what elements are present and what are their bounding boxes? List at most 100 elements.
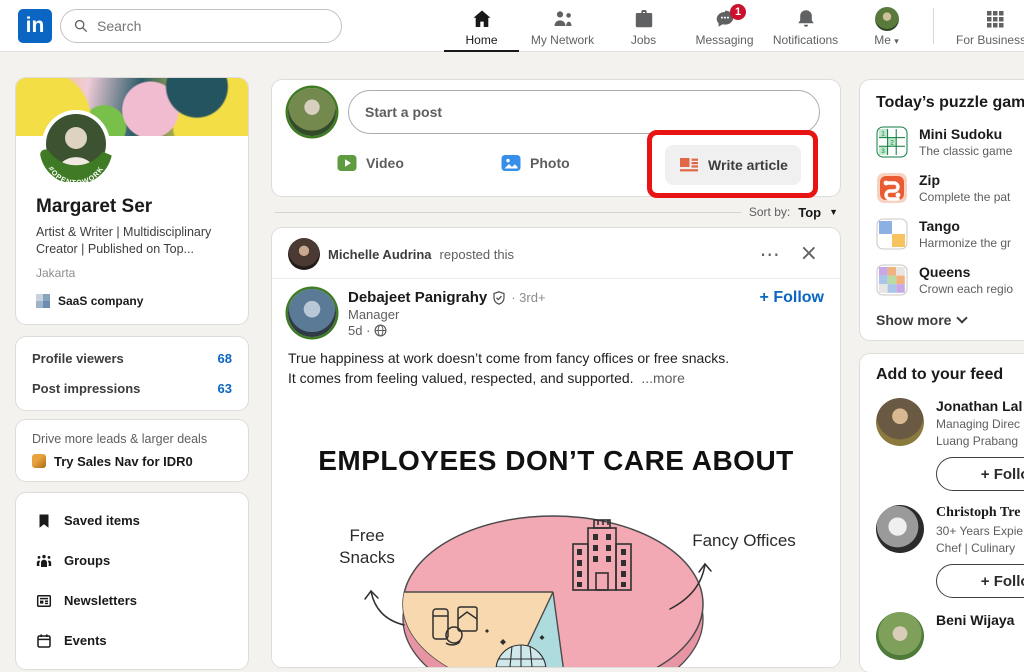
- profile-name[interactable]: Margaret Ser: [36, 196, 228, 218]
- notifications-icon: [794, 7, 818, 31]
- nav-divider: [933, 8, 934, 44]
- sales-nav-icon: [32, 454, 46, 468]
- person-avatar[interactable]: [876, 505, 924, 553]
- see-more-link[interactable]: ...more: [641, 370, 685, 386]
- promo-link[interactable]: Try Sales Nav for IDR0: [32, 454, 232, 469]
- stat-label: Profile viewers: [32, 351, 124, 366]
- globe-icon: [374, 324, 387, 337]
- promo-tagline: Drive more leads & larger deals: [32, 432, 232, 446]
- nav-tab-me[interactable]: Me ▾: [846, 0, 927, 52]
- follow-button[interactable]: + Follow: [936, 457, 1024, 491]
- puzzle-item-tango[interactable]: Tango Harmonize the gr: [876, 218, 1024, 250]
- repost-header: Michelle Audrina reposted this ⋯ ×: [272, 228, 840, 279]
- person-headline: Managing Direc: [936, 417, 1024, 431]
- linkedin-logo[interactable]: in: [18, 9, 52, 43]
- connection-degree: · 3rd+: [511, 290, 545, 305]
- sidebar-item-saved-items[interactable]: Saved items: [16, 501, 248, 541]
- nav-tab-jobs[interactable]: Jobs: [603, 0, 684, 52]
- composer-avatar[interactable]: [288, 88, 336, 136]
- puzzle-desc: Harmonize the gr: [919, 236, 1011, 250]
- post-menu-button[interactable]: ⋯: [754, 242, 786, 266]
- follow-button[interactable]: + Follow: [936, 564, 1024, 598]
- search-icon: [73, 18, 89, 34]
- sidebar-item-groups[interactable]: Groups: [16, 541, 248, 581]
- post-image[interactable]: EMPLOYEES DON’T CARE ABOUT Free Snacks F…: [272, 397, 840, 667]
- puzzles-title: Today’s puzzle gam: [876, 94, 1024, 112]
- puzzle-desc: Complete the pat: [919, 190, 1010, 204]
- person-subline: Chef | Culinary: [936, 541, 1024, 555]
- chevron-down-icon: [957, 312, 968, 323]
- search-bar[interactable]: [60, 9, 342, 43]
- nav-tab-label: Jobs: [631, 33, 656, 47]
- reposter-name[interactable]: Michelle Audrina: [328, 247, 432, 262]
- sidebar-item-newsletters[interactable]: Newsletters: [16, 581, 248, 621]
- pie-label-free-snacks: Free Snacks: [322, 525, 412, 569]
- puzzle-item-queens[interactable]: Queens Crown each regio: [876, 264, 1024, 296]
- sort-bar: Sort by: Top ▼: [272, 196, 840, 228]
- person-name[interactable]: Christoph Tre: [936, 505, 1024, 521]
- shortcuts-card: Saved items Groups Newsletters Events: [16, 493, 248, 669]
- analytics-card: Profile viewers 68 Post impressions 63: [16, 337, 248, 410]
- jobs-icon: [632, 7, 656, 31]
- mini-sudoku-icon: 1 2 3: [876, 126, 908, 158]
- my-network-icon: [551, 7, 575, 31]
- write-article-button[interactable]: Write article: [665, 145, 801, 185]
- nav-tabs: Home My Network Jobs Messaging 1: [441, 0, 1024, 52]
- events-icon: [36, 633, 52, 649]
- profile-headline: Artist & Writer | Multidisciplinary Crea…: [36, 224, 228, 258]
- sidebar-item-events[interactable]: Events: [16, 621, 248, 661]
- right-sidebar: Today’s puzzle gam 1 2 3 Mini Sudoku The…: [860, 80, 1024, 672]
- puzzle-item-zip[interactable]: Zip Complete the pat: [876, 172, 1024, 204]
- puzzle-item-mini-sudoku[interactable]: 1 2 3 Mini Sudoku The classic game: [876, 126, 1024, 158]
- bookmark-icon: [36, 513, 52, 529]
- active-tab-underline: [444, 50, 519, 52]
- photo-icon: [500, 152, 522, 174]
- author-avatar[interactable]: [288, 289, 336, 337]
- post-timestamp: 5d ·: [348, 323, 760, 338]
- start-post-button[interactable]: Start a post: [348, 90, 820, 134]
- reposter-avatar[interactable]: [288, 238, 320, 270]
- nav-tab-label: My Network: [531, 33, 594, 47]
- nav-tab-messaging[interactable]: Messaging 1: [684, 0, 765, 52]
- nav-tab-my-network[interactable]: My Network: [522, 0, 603, 52]
- person-name[interactable]: Beni Wijaya: [936, 612, 1014, 628]
- author-headline: Manager: [348, 307, 760, 322]
- company-logo-icon: [36, 294, 50, 308]
- sort-by-value[interactable]: Top: [798, 205, 821, 220]
- post-author-row: Debajeet Panigrahy · 3rd+ Manager 5d · +…: [272, 279, 840, 338]
- puzzle-name: Tango: [919, 218, 1011, 234]
- nav-tab-for-business[interactable]: For Business ▾: [940, 0, 1024, 52]
- video-icon: [336, 152, 358, 174]
- nav-tab-label: Me ▾: [874, 33, 899, 47]
- photo-button[interactable]: Photo: [500, 143, 570, 183]
- search-input[interactable]: [97, 18, 317, 34]
- profile-avatar[interactable]: #OPENTOWORK: [38, 106, 114, 182]
- person-name[interactable]: Jonathan Lal: [936, 398, 1024, 414]
- stat-label: Post impressions: [32, 381, 140, 396]
- puzzle-name: Mini Sudoku: [919, 126, 1012, 142]
- puzzle-desc: Crown each regio: [919, 282, 1013, 296]
- author-name[interactable]: Debajeet Panigrahy: [348, 289, 487, 306]
- stat-value: 68: [218, 351, 232, 366]
- person-avatar[interactable]: [876, 398, 924, 446]
- profile-company[interactable]: SaaS company: [36, 294, 228, 308]
- composer-card: Start a post Video Photo Write article: [272, 80, 840, 196]
- video-button[interactable]: Video: [336, 143, 404, 183]
- suggested-person: Christoph Tre 30+ Years Expie Chef | Cul…: [876, 505, 1024, 598]
- post-impressions-row[interactable]: Post impressions 63: [32, 381, 232, 396]
- puzzle-desc: The classic game: [919, 144, 1012, 158]
- left-sidebar: #OPENTOWORK Margaret Ser Artist & Writer…: [16, 78, 248, 669]
- sales-nav-promo-card[interactable]: Drive more leads & larger deals Try Sale…: [16, 420, 248, 481]
- nav-tab-notifications[interactable]: Notifications: [765, 0, 846, 52]
- post-dismiss-button[interactable]: ×: [794, 241, 824, 267]
- repost-action-text: reposted this: [440, 247, 514, 262]
- stat-value: 63: [218, 381, 232, 396]
- nav-tab-home[interactable]: Home: [441, 0, 522, 52]
- follow-button[interactable]: + Follow: [760, 289, 824, 338]
- feed-post: Michelle Audrina reposted this ⋯ × Debaj…: [272, 228, 840, 667]
- show-more-button[interactable]: Show more: [876, 312, 1024, 328]
- feed-column: Start a post Video Photo Write article: [272, 80, 840, 667]
- person-headline: 30+ Years Expie: [936, 524, 1024, 538]
- profile-viewers-row[interactable]: Profile viewers 68: [32, 351, 232, 366]
- top-navbar: in Home My Network Jobs: [0, 0, 1024, 52]
